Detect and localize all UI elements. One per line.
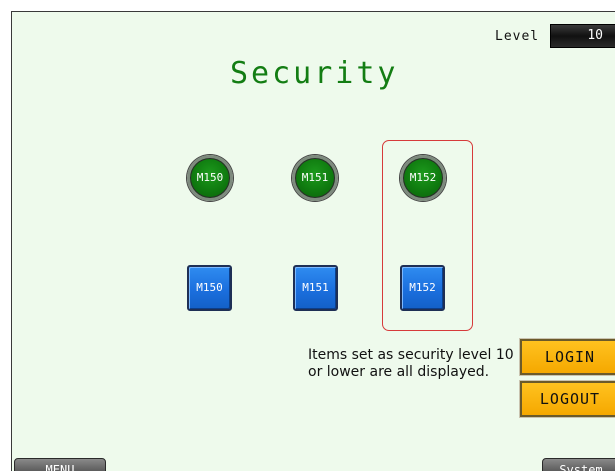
level-value-display: 10 bbox=[550, 24, 615, 48]
switch-m150[interactable]: M150 bbox=[187, 265, 232, 311]
lamp-m152: M152 bbox=[400, 155, 446, 201]
lamp-m150: M150 bbox=[187, 155, 233, 201]
hmi-screen: Level 10 Security M150 M151 M152 M150 M1… bbox=[11, 11, 615, 471]
level-label: Level bbox=[495, 29, 540, 44]
lamp-m151: M151 bbox=[292, 155, 338, 201]
page-title: Security bbox=[230, 56, 399, 91]
system-button[interactable]: System bbox=[542, 458, 615, 471]
menu-button[interactable]: MENU bbox=[14, 458, 106, 471]
switch-m152[interactable]: M152 bbox=[400, 265, 445, 311]
logout-button[interactable]: LOGOUT bbox=[519, 380, 615, 418]
switch-m151[interactable]: M151 bbox=[293, 265, 338, 311]
login-button[interactable]: LOGIN bbox=[519, 338, 615, 376]
security-note-text: Items set as security level 10 or lower … bbox=[308, 347, 514, 380]
